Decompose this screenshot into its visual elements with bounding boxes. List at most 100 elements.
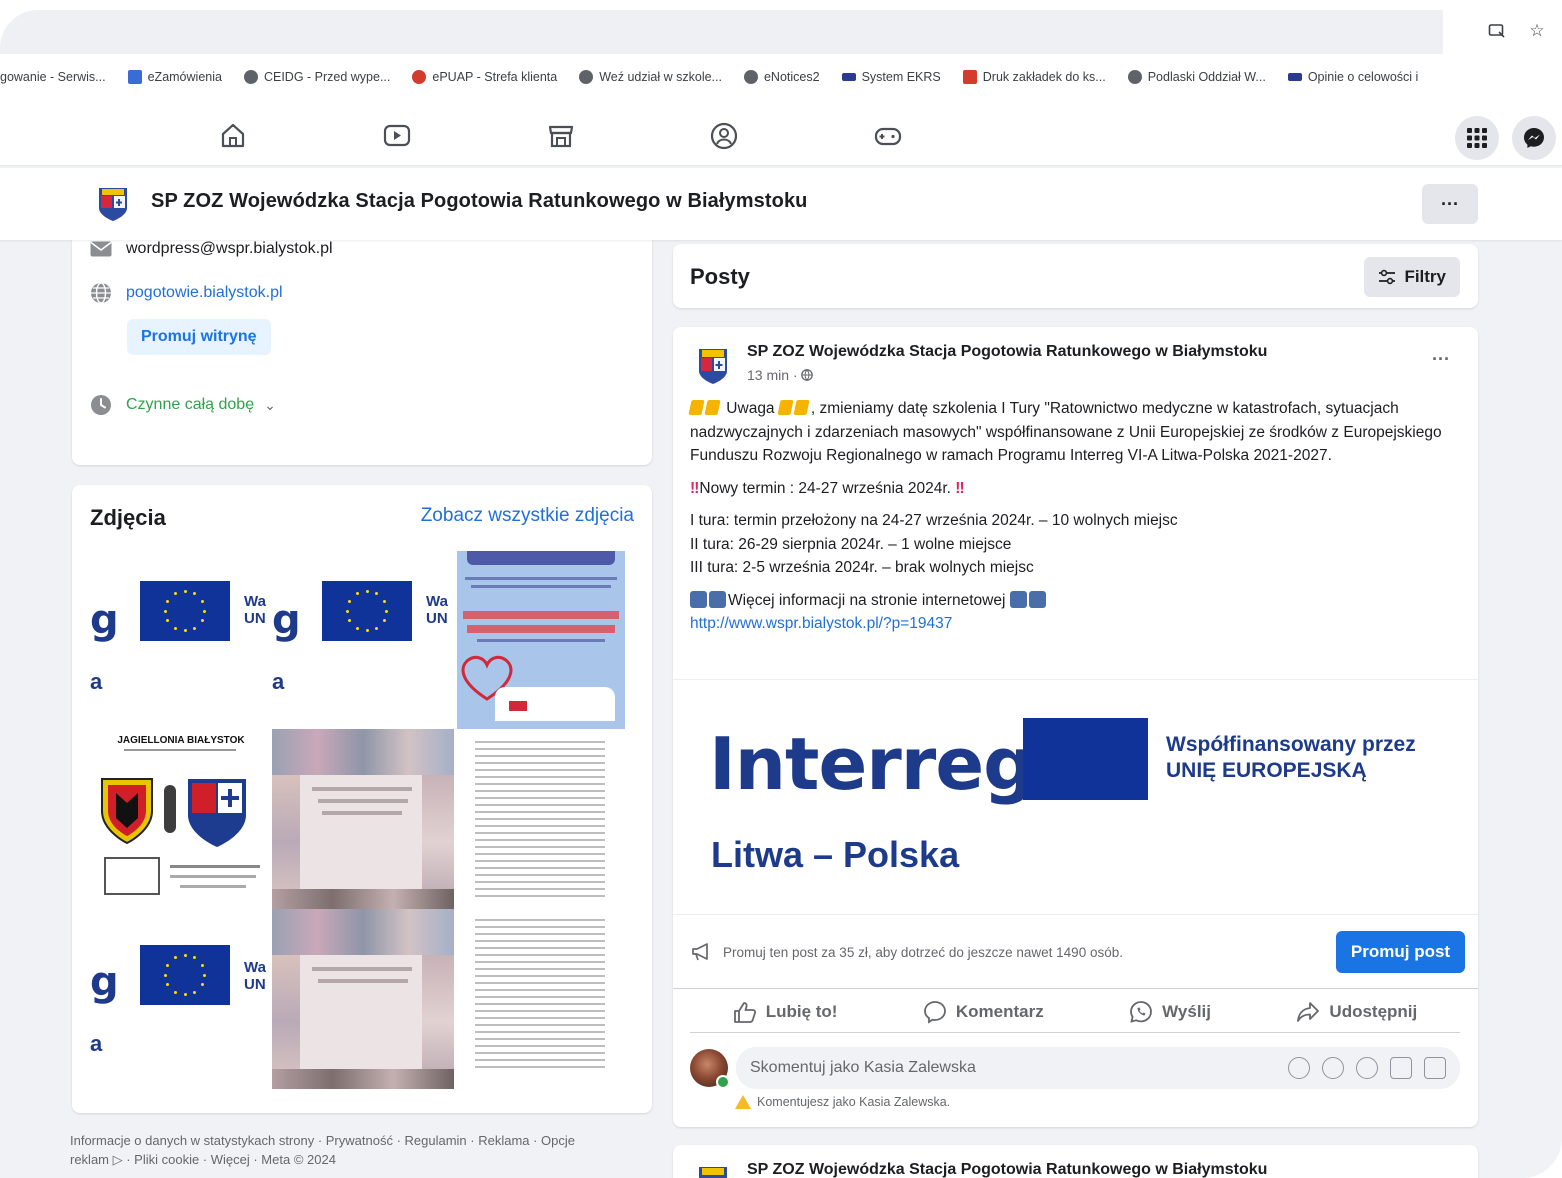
post-author-name[interactable]: SP ZOZ Wojewódzka Stacja Pogotowia Ratun…: [747, 343, 1267, 361]
photo-thumbnail-eggs[interactable]: [272, 729, 454, 909]
post-timestamp[interactable]: 13 min ·: [747, 367, 814, 383]
certificate-line: [170, 875, 256, 878]
next-post-card: SP ZOZ Wojewódzka Stacja Pogotowia Ratun…: [673, 1145, 1478, 1178]
poster-header: [467, 551, 615, 565]
eggs-strip: [272, 909, 454, 955]
bookmark-item[interactable]: Opinie o celowości i: [1287, 70, 1418, 84]
thumbs-up-icon: [733, 1001, 756, 1023]
promote-post-button[interactable]: Promuj post: [1336, 931, 1465, 973]
gif-icon[interactable]: [1390, 1057, 1412, 1079]
eu-star-icon: [203, 609, 207, 613]
grid-icon: [1467, 128, 1487, 148]
photo-thumbnail-eu[interactable]: g Wa UN a: [90, 551, 272, 729]
cofinanced-text: Współfinansowany przez UNIĘ EUROPEJSKĄ: [1166, 733, 1416, 782]
cofinance-fragment: Wa UN: [244, 593, 266, 627]
posts-header-card: Posty Filtry: [673, 244, 1478, 308]
page-logo[interactable]: [97, 186, 129, 222]
photos-card: Zdjęcia Zobacz wszystkie zdjęcia g Wa UN …: [72, 485, 652, 1113]
home-icon[interactable]: [217, 120, 249, 152]
comment-composer: Skomentuj jako Kasia Zalewska: [690, 1047, 1460, 1089]
high-voltage-icon: [704, 400, 721, 415]
bookmark-item[interactable]: CEIDG - Przed wype...: [243, 70, 390, 84]
photo-thumbnail-document[interactable]: [457, 729, 625, 909]
eu-star-icon: [382, 599, 386, 603]
messenger-button[interactable]: [1512, 116, 1556, 160]
chevron-down-icon[interactable]: ⌄: [264, 397, 276, 414]
double-exclamation-icon: ‼: [690, 479, 700, 497]
marketplace-icon[interactable]: [545, 120, 577, 152]
eu-star-icon: [200, 599, 204, 603]
comment-input[interactable]: Skomentuj jako Kasia Zalewska: [736, 1047, 1460, 1089]
post-card: SP ZOZ Wojewódzka Stacja Pogotowia Ratun…: [673, 327, 1478, 1127]
hours-text[interactable]: Czynne całą dobę: [126, 396, 254, 414]
menu-grid-button[interactable]: [1455, 116, 1499, 160]
email-row: wordpress@wspr.bialystok.pl: [90, 238, 333, 260]
hours-row: Czynne całą dobę ⌄: [90, 394, 276, 416]
bookmark-item[interactable]: System EKRS: [841, 70, 941, 84]
smiley-icon[interactable]: [1356, 1057, 1378, 1079]
eu-flag-icon: [322, 581, 412, 641]
messenger-icon: [1524, 128, 1544, 148]
photo-thumbnail-eu[interactable]: g Wa UN a: [272, 551, 454, 729]
bookmark-item[interactable]: eNotices2: [743, 70, 820, 84]
photo-thumbnail-poster[interactable]: [457, 551, 625, 729]
post-time-text: 13 min ·: [747, 367, 802, 383]
website-row: pogotowie.bialystok.pl: [90, 282, 283, 304]
post-paragraph: Uwaga , zmieniamy datę szkolenia I Tury …: [688, 400, 1442, 464]
eu-star-icon: [166, 963, 170, 967]
interreg-fragment: a: [90, 669, 103, 694]
intro-card: wordpress@wspr.bialystok.pl pogotowie.bi…: [72, 222, 652, 465]
video-icon[interactable]: [381, 120, 413, 152]
avatar-sticker-icon[interactable]: [1288, 1057, 1310, 1079]
bookmark-item[interactable]: Weź udział w szkole...: [579, 70, 722, 84]
groups-icon[interactable]: [708, 120, 740, 152]
globe-icon: [243, 70, 258, 84]
globe-icon: [90, 282, 112, 304]
post-url-link[interactable]: http://www.wspr.bialystok.pl/?p=19437: [690, 615, 952, 632]
emoji-icon[interactable]: [1322, 1057, 1344, 1079]
sticker-icon[interactable]: [1424, 1057, 1446, 1079]
gaming-icon[interactable]: [872, 120, 904, 152]
post-options-button[interactable]: ···: [1432, 349, 1450, 370]
page-title[interactable]: SP ZOZ Wojewódzka Stacja Pogotowia Ratun…: [151, 190, 807, 213]
comment-button[interactable]: Komentarz: [923, 1000, 1044, 1024]
eu-star-icon: [200, 619, 204, 623]
megaphone-icon: [692, 943, 708, 961]
bookmark-item[interactable]: eZamówienia: [127, 70, 222, 84]
eu-star-icon: [203, 973, 207, 977]
bookmark-item[interactable]: gowanie - Serwis...: [0, 70, 106, 84]
bookmark-item[interactable]: ePUAP - Strefa klienta: [412, 70, 557, 84]
eu-flag-icon: [1023, 718, 1148, 800]
share-button[interactable]: Udostępnij: [1296, 1001, 1417, 1023]
high-voltage-icon: [688, 400, 705, 415]
document-text-lines: [475, 741, 605, 901]
photo-thumbnail-eggs[interactable]: [272, 909, 454, 1089]
screen: ☆ gowanie - Serwis... eZamówienia CEIDG …: [0, 0, 1562, 1178]
page-more-button[interactable]: ···: [1422, 184, 1478, 224]
promote-website-button[interactable]: Promuj witrynę: [127, 319, 271, 355]
photo-thumbnail-document[interactable]: [457, 909, 625, 1089]
mail-icon: [90, 238, 112, 260]
globe-icon: [743, 70, 758, 84]
post-author-avatar[interactable]: [697, 347, 729, 385]
bookmark-item[interactable]: Druk zakładek do ks...: [962, 70, 1106, 84]
eu-star-icon: [166, 599, 170, 603]
comment-placeholder: Skomentuj jako Kasia Zalewska: [750, 1059, 976, 1076]
photo-thumbnail-eu[interactable]: g Wa UN a: [90, 909, 272, 1089]
send-button[interactable]: Wyślij: [1129, 1000, 1211, 1024]
install-app-icon[interactable]: [1486, 20, 1508, 42]
post-author-name[interactable]: SP ZOZ Wojewódzka Stacja Pogotowia Ratun…: [747, 1161, 1267, 1178]
post-author-avatar[interactable]: [697, 1165, 729, 1178]
footer-line[interactable]: Informacje o danych w statystykach stron…: [70, 1131, 660, 1150]
bookmark-item[interactable]: Podlaski Oddział W...: [1127, 70, 1266, 84]
info-key-icon: [1028, 590, 1046, 608]
website-link[interactable]: pogotowie.bialystok.pl: [126, 284, 283, 302]
post-image-interreg[interactable]: Interreg Litwa – Polska Współfinansowany…: [673, 679, 1478, 915]
filters-button[interactable]: Filtry: [1364, 257, 1460, 297]
bookmark-star-icon[interactable]: ☆: [1526, 20, 1548, 42]
photo-thumbnail-award[interactable]: JAGIELLONIA BIAŁYSTOK: [90, 729, 272, 909]
footer-line[interactable]: reklam ▷ · Pliki cookie · Więcej · Meta …: [70, 1150, 660, 1169]
eu-star-icon: [193, 990, 197, 994]
like-button[interactable]: Lubię to!: [733, 1001, 837, 1023]
see-all-photos-link[interactable]: Zobacz wszystkie zdjęcia: [421, 505, 634, 527]
